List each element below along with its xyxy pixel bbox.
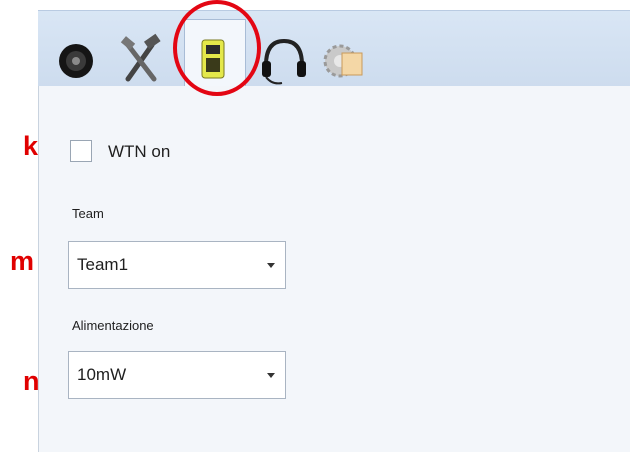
tab-disc[interactable] bbox=[52, 23, 112, 87]
annotation-n: n bbox=[23, 366, 40, 396]
wtn-label: WTN on bbox=[108, 142, 171, 161]
power-select[interactable]: 10mW bbox=[68, 351, 286, 399]
power-label: Alimentazione bbox=[72, 318, 154, 333]
team-select[interactable]: Team1 bbox=[68, 241, 286, 289]
team-select-value: Team1 bbox=[77, 255, 129, 274]
settings-gear-icon bbox=[323, 44, 363, 78]
annotation-k: k bbox=[23, 131, 39, 161]
tab-strip bbox=[38, 10, 630, 89]
screenshot: k m n WTN on Team Team1 Alimentazione 10… bbox=[0, 0, 630, 452]
chevron-down-icon bbox=[267, 263, 275, 268]
tab-tools[interactable] bbox=[114, 23, 174, 87]
highlight-circle bbox=[173, 0, 261, 96]
annotation-m: m bbox=[10, 246, 35, 276]
tab-settings[interactable] bbox=[310, 23, 370, 87]
chevron-down-icon bbox=[267, 373, 275, 378]
wtn-checkbox[interactable] bbox=[70, 140, 92, 162]
disc-icon bbox=[59, 44, 93, 78]
team-label: Team bbox=[72, 206, 104, 221]
power-select-value: 10mW bbox=[77, 365, 127, 384]
tools-icon bbox=[120, 33, 161, 82]
